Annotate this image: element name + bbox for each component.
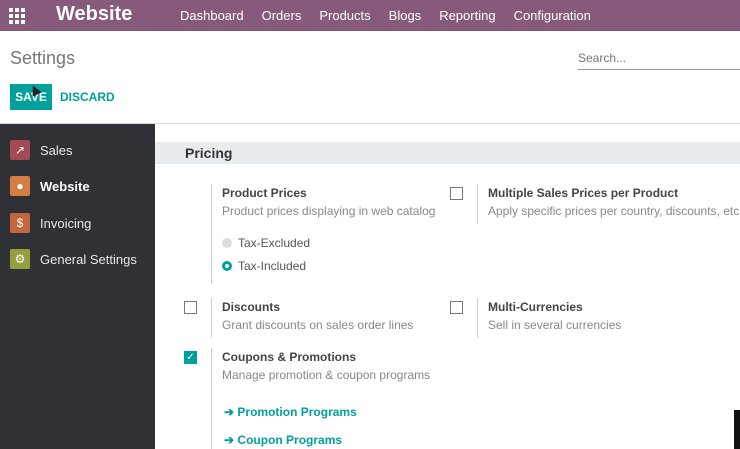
setting-divider [477,298,478,338]
sidebar-item-general-settings[interactable]: ⚙ General Settings [0,241,155,277]
section-header: Pricing [155,142,740,164]
sidebar-item-label: Website [40,178,90,194]
control-panel: Settings SAVE DISCARD [0,31,740,124]
multiple-prices-desc: Apply specific prices per country, disco… [488,204,740,218]
window-edge [734,410,740,449]
menu-blogs[interactable]: Blogs [389,8,422,23]
menu-orders[interactable]: Orders [262,8,302,23]
tax-included-label: Tax-Included [238,259,307,273]
section-title: Pricing [185,145,233,161]
sales-icon: ↗ [10,140,30,160]
discounts-label: Discounts [222,300,281,314]
setting-divider [211,184,212,284]
page-title: Settings [10,48,76,68]
menu-dashboard[interactable]: Dashboard [180,8,244,23]
top-navbar: Website Dashboard Orders Products Blogs … [0,0,740,31]
tax-excluded-label: Tax-Excluded [238,236,311,250]
sidebar-item-label: Invoicing [40,215,92,231]
coupons-desc: Manage promotion & coupon programs [222,368,431,382]
coupons-label: Coupons & Promotions [222,350,356,364]
sidebar-item-label: General Settings [40,251,137,267]
sidebar-item-website[interactable]: ● Website [0,168,155,204]
apps-grid-icon[interactable] [9,8,25,24]
gear-icon: ⚙ [10,249,30,269]
tax-included-radio[interactable] [222,261,232,271]
discounts-desc: Grant discounts on sales order lines [222,318,414,332]
promotion-programs-link[interactable]: ➔ Promotion Programs [224,405,357,419]
invoice-icon: $ [10,213,30,233]
multiple-prices-label: Multiple Sales Prices per Product [488,186,679,200]
setting-divider [477,184,478,224]
settings-sidebar: ↗ Sales ● Website $ Invoicing ⚙ General … [0,124,155,449]
multi-currencies-checkbox[interactable] [450,301,463,314]
discounts-checkbox[interactable] [184,301,197,314]
multi-currencies-desc: Sell in several currencies [488,318,622,332]
setting-divider [211,298,212,338]
menu-products[interactable]: Products [319,8,370,23]
globe-icon: ● [10,176,30,196]
sidebar-item-invoicing[interactable]: $ Invoicing [0,205,155,241]
app-brand: Website [56,3,133,25]
arrow-right-icon: ➔ [224,433,235,447]
arrow-right-icon: ➔ [224,405,235,419]
search-input[interactable] [578,46,740,70]
product-prices-label: Product Prices [222,186,307,200]
setting-divider [211,348,212,449]
coupons-checkbox[interactable]: ✓ [184,351,197,364]
promotion-programs-label: Promotion Programs [237,405,357,419]
coupon-programs-link[interactable]: ➔ Coupon Programs [224,433,342,447]
multi-currencies-label: Multi-Currencies [488,300,583,314]
menu-reporting[interactable]: Reporting [439,8,495,23]
settings-content: Pricing Product Prices Product prices di… [155,124,740,449]
menu-configuration[interactable]: Configuration [514,8,591,23]
multiple-prices-checkbox[interactable] [450,187,463,200]
coupon-programs-label: Coupon Programs [237,433,343,447]
sidebar-item-label: Sales [40,142,73,158]
product-prices-desc: Product prices displaying in web catalog [222,204,436,218]
main-menu: Dashboard Orders Products Blogs Reportin… [180,8,609,23]
sidebar-item-sales[interactable]: ↗ Sales [0,132,155,168]
discard-button[interactable]: DISCARD [60,84,115,110]
tax-excluded-radio[interactable] [222,238,232,248]
